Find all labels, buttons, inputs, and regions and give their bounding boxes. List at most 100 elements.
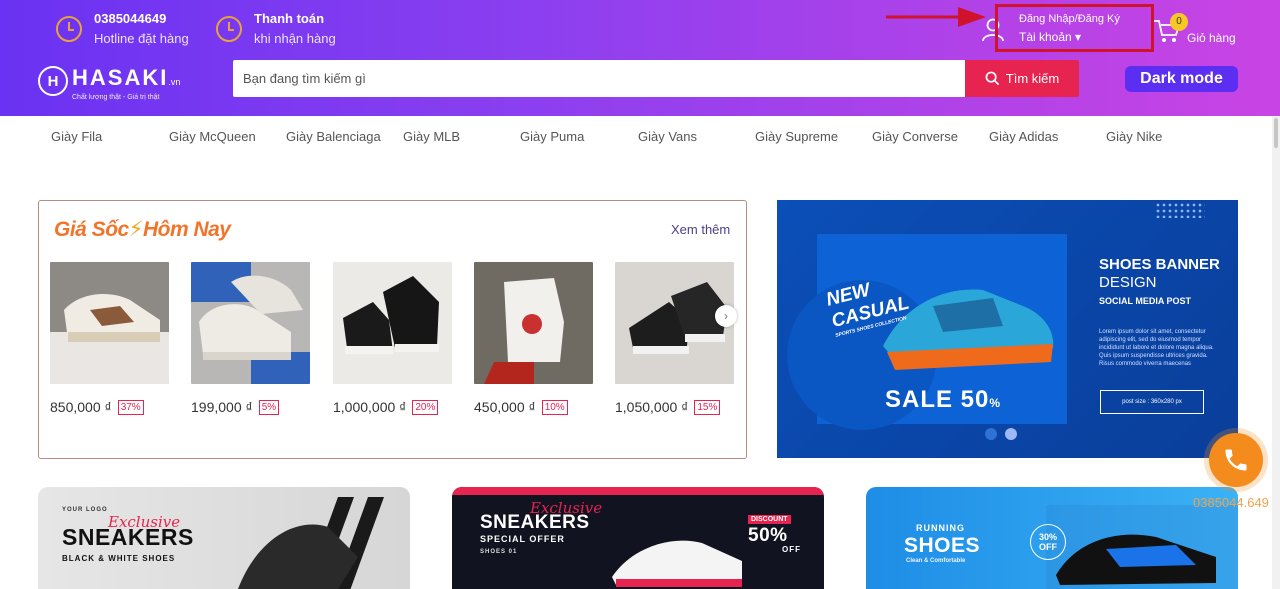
shoe-illustration xyxy=(238,497,384,589)
banner-sale: SALE 50 xyxy=(885,386,990,413)
flash-title-part2: Hôm Nay xyxy=(142,218,231,241)
payment-block: Thanh toán khi nhận hàng xyxy=(216,10,336,50)
banner-logo-text: YOUR LOGO xyxy=(62,507,108,513)
logo-suffix: .vn xyxy=(168,77,181,87)
banner-title: SNEAKERS xyxy=(480,512,590,533)
hotline-number[interactable]: 0385044649 xyxy=(94,10,189,28)
cart-label[interactable]: Giỏ hàng xyxy=(1187,31,1236,45)
product-card[interactable]: 450,000 ₫ 10% xyxy=(474,262,593,415)
flash-title-part1: Giá Sốc xyxy=(54,218,129,241)
logo-mark: H xyxy=(38,66,68,96)
carousel-next-button[interactable]: › xyxy=(715,305,737,327)
product-price: 1,050,000 ₫ xyxy=(615,399,689,415)
product-price: 450,000 ₫ xyxy=(474,399,536,415)
banner-title-small: RUNNING xyxy=(916,523,965,533)
promo-banner[interactable]: NEW CASUAL SPORTS SHOES COLLECTION SALE … xyxy=(777,200,1238,458)
dot-pattern xyxy=(1155,202,1205,218)
product-image[interactable] xyxy=(191,262,310,384)
arrow-icon xyxy=(886,7,986,27)
category-nav: Giày Fila Giày McQueen Giày Balenciaga G… xyxy=(0,116,1280,156)
cart-count-badge: 0 xyxy=(1170,13,1188,31)
flash-sale-section: Giá Sốc⚡Hôm Nay Xem thêm 850,000 ₫ 37% 1… xyxy=(38,200,747,459)
banner-heading: SHOES BANNER DESIGN xyxy=(1099,256,1220,292)
phone-icon xyxy=(1225,449,1247,471)
logo-name: HASAKI xyxy=(72,65,169,90)
discount-badge: 10% xyxy=(541,399,568,415)
discount-badge: 15% xyxy=(694,399,721,415)
search-icon xyxy=(985,71,999,86)
banner-sale-unit: % xyxy=(989,396,1002,410)
banner-subheading: SOCIAL MEDIA POST xyxy=(1099,296,1192,306)
highlight-box xyxy=(995,4,1154,52)
banner-accent-bar xyxy=(452,487,824,495)
nav-item-vans[interactable]: Giày Vans xyxy=(638,129,697,144)
nav-item-fila[interactable]: Giày Fila xyxy=(51,129,102,144)
product-price: 1,000,000 ₫ xyxy=(333,399,407,415)
discount-value: 30% xyxy=(1038,532,1057,542)
promo-banner-sneakers-offer[interactable]: Exclusive SNEAKERS SPECIAL OFFER SHOES 0… xyxy=(452,487,824,589)
nav-item-mlb[interactable]: Giày MLB xyxy=(403,129,460,144)
banner-title: SNEAKERS xyxy=(62,524,194,550)
discount-off: OFF xyxy=(782,545,801,554)
banner-subtitle: BLACK & WHITE SHOES xyxy=(62,554,176,563)
clock-icon xyxy=(56,16,82,42)
payment-subtitle: khi nhận hàng xyxy=(254,31,336,46)
nav-item-balenciaga[interactable]: Giày Balenciaga xyxy=(286,129,381,144)
carousel-dot-active[interactable] xyxy=(1005,428,1017,440)
discount-off: OFF xyxy=(1039,542,1057,552)
search-button-label: Tìm kiếm xyxy=(1005,71,1060,86)
banner-subtitle: Clean & Comfortable xyxy=(906,558,966,564)
nav-item-converse[interactable]: Giày Converse xyxy=(872,129,958,144)
nav-item-mcqueen[interactable]: Giày McQueen xyxy=(169,129,256,144)
hotline-label: Hotline đặt hàng xyxy=(94,31,189,46)
discount-badge: 37% xyxy=(117,399,144,415)
payment-title: Thanh toán xyxy=(254,11,325,26)
banner-post-size: post size : 360x280 px xyxy=(1100,390,1204,414)
promo-banner-running-shoes[interactable]: RUNNING SHOES Clean & Comfortable 30% OF… xyxy=(866,487,1238,589)
product-price: 199,000 ₫ xyxy=(191,399,253,415)
product-card[interactable]: 199,000 ₫ 5% xyxy=(191,262,310,415)
carousel-dots xyxy=(985,428,1017,440)
float-phone-number[interactable]: 0385044.649 xyxy=(1193,495,1269,510)
product-card[interactable]: 1,050,000 ₫ 15% xyxy=(615,262,734,415)
discount-value: 50% xyxy=(748,525,788,546)
call-button[interactable] xyxy=(1209,433,1263,487)
product-price: 850,000 ₫ xyxy=(50,399,112,415)
banner-tag: SHOES 01 xyxy=(480,549,518,555)
see-more-link[interactable]: Xem thêm xyxy=(671,222,730,237)
banner-sale-text: SALE 50% xyxy=(885,386,1001,414)
logo-slogan: Chất lượng thật - Giá trị thật xyxy=(72,94,160,101)
hotline-block[interactable]: 0385044649 Hotline đặt hàng xyxy=(56,10,189,50)
page-scrollbar[interactable] xyxy=(1272,116,1280,589)
product-card[interactable]: 1,000,000 ₫ 20% xyxy=(333,262,452,415)
search-button[interactable]: Tìm kiếm xyxy=(965,60,1079,97)
product-card[interactable]: 850,000 ₫ 37% xyxy=(50,262,169,415)
discount-badge: 20% xyxy=(412,399,439,415)
banner-heading-line2: DESIGN xyxy=(1099,274,1157,291)
nav-item-supreme[interactable]: Giày Supreme xyxy=(755,129,838,144)
shoe-illustration xyxy=(612,540,742,587)
banner-subtitle: SPECIAL OFFER xyxy=(480,534,565,544)
site-logo[interactable]: H HASAKI.vn Chất lượng thật - Giá trị th… xyxy=(38,66,180,102)
product-image[interactable] xyxy=(50,262,169,384)
product-image[interactable] xyxy=(474,262,593,384)
discount-label: DISCOUNT xyxy=(748,515,791,524)
search-input[interactable] xyxy=(233,60,965,97)
discount-circle: 30% OFF xyxy=(1030,524,1066,560)
lightning-icon: ⚡ xyxy=(128,218,144,241)
banner-heading-line1: SHOES BANNER xyxy=(1099,256,1220,273)
banner-body-text: Lorem ipsum dolor sit amet, consectetur … xyxy=(1099,329,1214,367)
chevron-right-icon: › xyxy=(724,309,728,323)
nav-item-nike[interactable]: Giày Nike xyxy=(1106,129,1162,144)
banner-title: SHOES xyxy=(904,534,981,557)
dark-mode-button[interactable]: Dark mode xyxy=(1125,66,1238,92)
product-image[interactable] xyxy=(615,262,734,384)
promo-banner-sneakers-bw[interactable]: YOUR LOGO Exclusive SNEAKERS BLACK & WHI… xyxy=(38,487,410,589)
product-image[interactable] xyxy=(333,262,452,384)
flash-sale-title: Giá Sốc⚡Hôm Nay xyxy=(54,217,231,242)
nav-item-puma[interactable]: Giày Puma xyxy=(520,129,584,144)
clock-icon xyxy=(216,16,242,42)
carousel-dot[interactable] xyxy=(985,428,997,440)
shoe-illustration xyxy=(1046,505,1238,589)
nav-item-adidas[interactable]: Giày Adidas xyxy=(989,129,1058,144)
